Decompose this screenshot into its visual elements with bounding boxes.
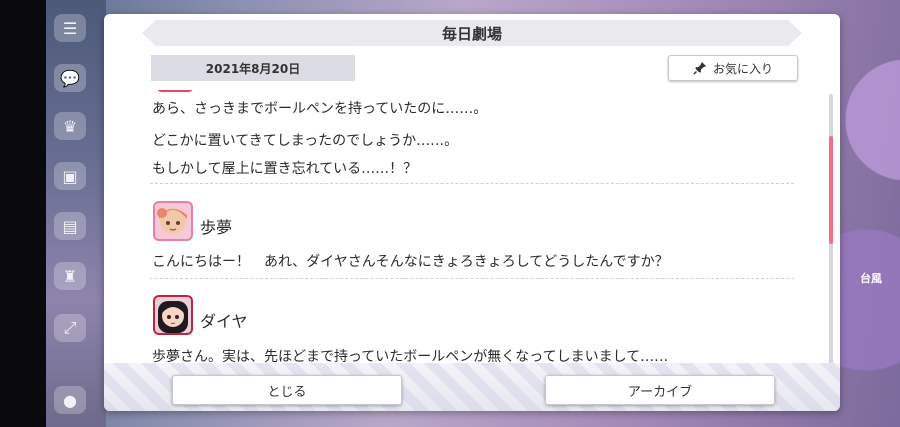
avatar-dia bbox=[153, 295, 193, 335]
gift-icon[interactable]: ▣ bbox=[54, 162, 86, 190]
story-scroll-area[interactable]: あら、さっきまでボールペンを持っていたのに……。 どこかに置いてきてしまったので… bbox=[150, 90, 798, 372]
present-icon[interactable]: ♛ bbox=[54, 112, 86, 140]
scrollbar[interactable] bbox=[829, 94, 833, 366]
daily-theater-dialog: 毎日劇場 2021年8月20日 お気に入り あら、さっきまでボールペンを持ってい… bbox=[104, 14, 840, 411]
board-icon[interactable]: ▤ bbox=[54, 212, 86, 240]
speaker-name: 歩夢 bbox=[200, 218, 233, 237]
speaker-name: ダイヤ bbox=[200, 312, 248, 331]
user-icon[interactable]: ● bbox=[54, 386, 86, 414]
pin-icon bbox=[693, 61, 707, 75]
divider bbox=[150, 183, 794, 184]
dialogue-line: こんにちはー！ あれ、ダイヤさんそんなにきょろきょろしてどうしたんですか？ bbox=[152, 254, 669, 270]
close-button[interactable]: とじる bbox=[172, 375, 402, 405]
avatar-ayumu bbox=[153, 201, 193, 241]
favorite-button[interactable]: お気に入り bbox=[668, 55, 798, 81]
trophy-icon[interactable]: ♜ bbox=[54, 262, 86, 290]
expand-icon[interactable]: ⤢ bbox=[54, 314, 86, 342]
chat-icon[interactable]: 💬 bbox=[54, 64, 86, 92]
map-badge: 台風 bbox=[860, 272, 882, 285]
date-label: 2021年8月20日 bbox=[151, 55, 355, 81]
story-line: もしかして屋上に置き忘れている……！？ bbox=[152, 161, 418, 177]
story-line: あら、さっきまでボールペンを持っていたのに……。 bbox=[152, 101, 488, 117]
previous-avatar-edge bbox=[156, 90, 194, 92]
divider bbox=[150, 278, 794, 279]
dialog-title: 毎日劇場 bbox=[142, 20, 802, 46]
archive-button[interactable]: アーカイブ bbox=[545, 375, 775, 405]
menu-icon[interactable]: ☰ bbox=[54, 14, 86, 42]
favorite-label: お気に入り bbox=[712, 61, 773, 76]
story-line: どこかに置いてきてしまったのでしょうか……。 bbox=[152, 133, 459, 149]
scrollbar-thumb[interactable] bbox=[829, 136, 833, 244]
